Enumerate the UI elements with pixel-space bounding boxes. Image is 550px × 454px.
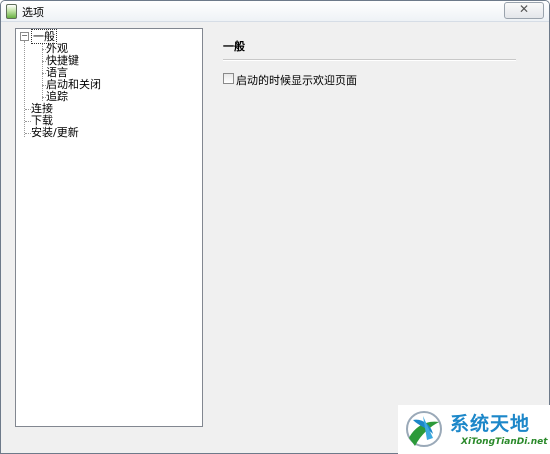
welcome-page-label: 启动的时候显示欢迎页面 [236, 74, 357, 87]
watermark-url: XiTongTianDi.net [461, 437, 548, 447]
options-window: 选项 ✕ − 一般 外观 快捷键 语言 启动和关闭 追踪 连接 下载 安装/更新… [0, 0, 550, 454]
close-icon: ✕ [519, 2, 530, 16]
section-title: 一般 [223, 40, 245, 53]
watermark: 系统天地 XiTongTianDi.net [398, 405, 550, 454]
options-tree[interactable]: − 一般 外观 快捷键 语言 启动和关闭 追踪 连接 下载 安装/更新 [15, 28, 203, 427]
collapse-toggle[interactable]: − [20, 32, 29, 41]
title-bar[interactable]: 选项 ✕ [1, 1, 549, 22]
section-divider [223, 59, 516, 61]
tree-connector [24, 41, 25, 137]
welcome-page-checkbox[interactable] [223, 73, 234, 84]
window-title: 选项 [22, 6, 44, 19]
tree-item-install-update[interactable]: 安装/更新 [31, 127, 79, 139]
close-button[interactable]: ✕ [504, 2, 544, 19]
tree-connector [42, 43, 43, 101]
options-icon [6, 4, 17, 19]
globe-logo-icon [406, 411, 442, 447]
watermark-title: 系统天地 [450, 413, 531, 435]
